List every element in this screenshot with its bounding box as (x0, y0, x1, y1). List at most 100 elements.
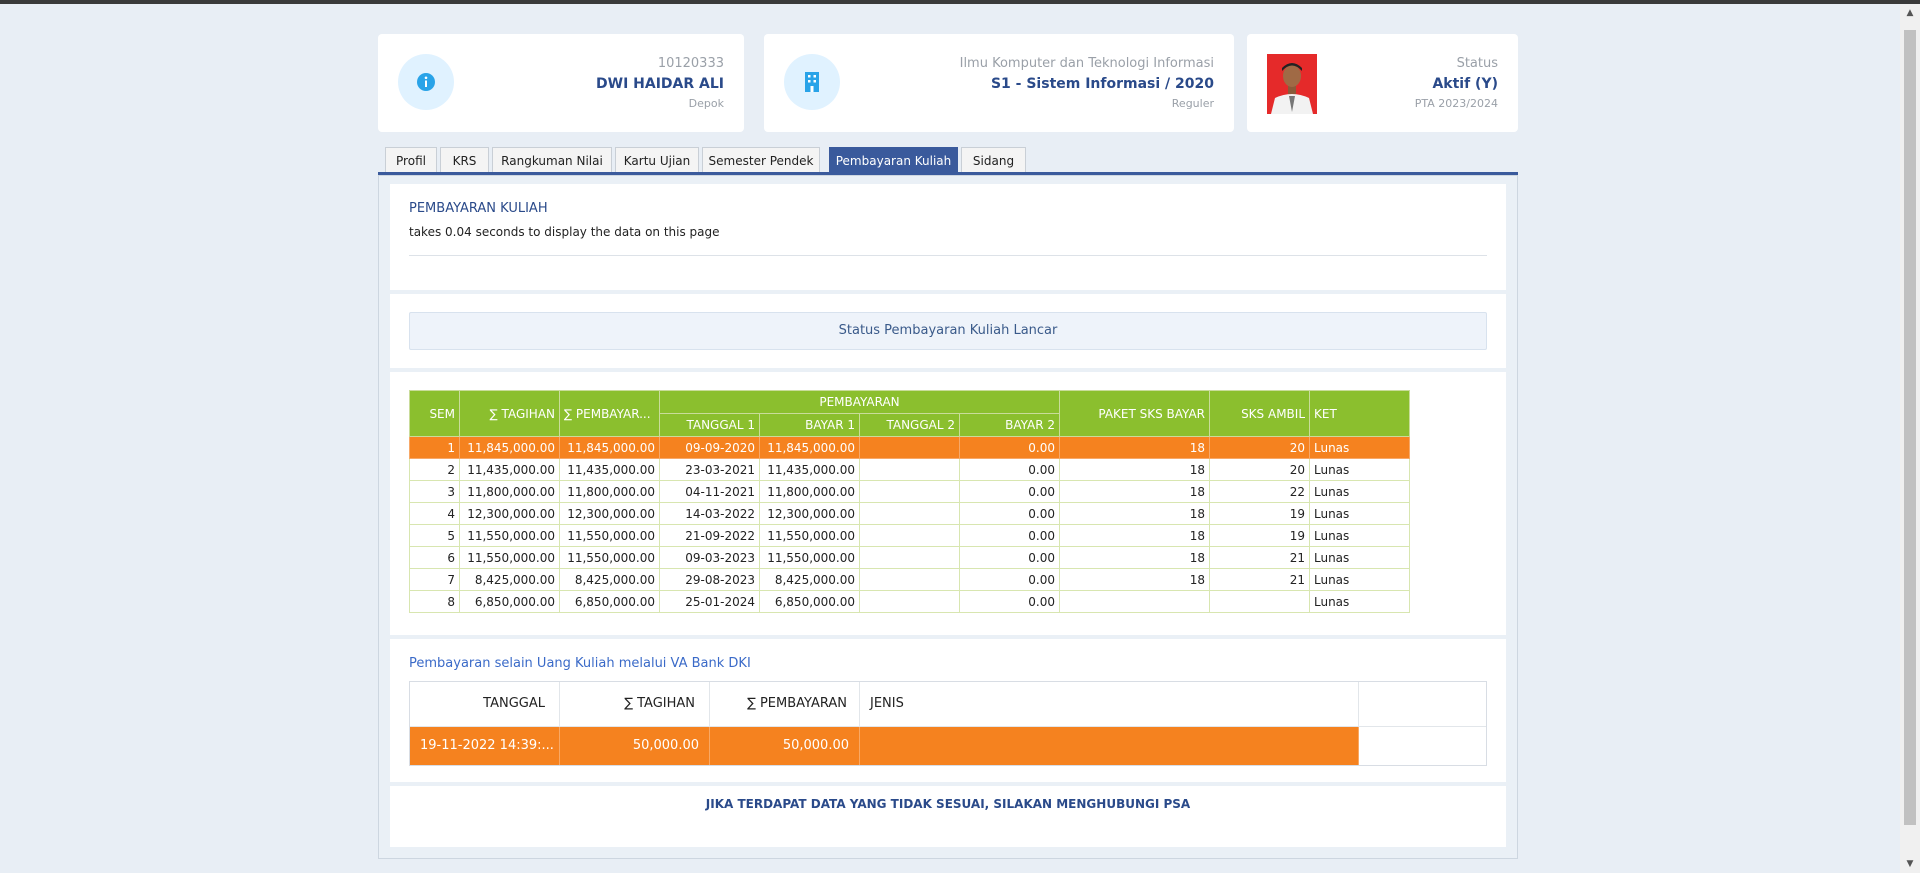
cell-tanggal-1: 23-03-2021 (659, 458, 760, 481)
tab-profil[interactable]: Profil (385, 147, 437, 173)
tab-pembayaran-kuliah[interactable]: Pembayaran Kuliah (829, 147, 958, 173)
cell-tagihan: 11,550,000.00 (459, 546, 560, 569)
table-row[interactable]: 1 11,845,000.00 11,845,000.00 09-09-2020… (409, 436, 1410, 459)
class-type: Reguler (1171, 97, 1214, 110)
cell-bayar-1: 11,800,000.00 (759, 480, 860, 503)
cell-bayar-1: 12,300,000.00 (759, 502, 860, 525)
cell-tanggal-2 (859, 458, 960, 481)
cell-tanggal-2 (859, 590, 960, 613)
cell-sks-ambil (1209, 590, 1310, 613)
cell-tanggal-1: 14-03-2022 (659, 502, 760, 525)
cell-bayar-1: 11,550,000.00 (759, 524, 860, 547)
building-icon (784, 54, 840, 110)
cell-pembayaran: 6,850,000.00 (559, 590, 660, 613)
cell-tagihan: 11,550,000.00 (459, 524, 560, 547)
status-value: Aktif (Y) (1432, 76, 1498, 92)
cell-sem: 8 (409, 590, 460, 613)
cell-bayar-2: 0.00 (959, 480, 1060, 503)
cell-paket-sks: 18 (1059, 524, 1210, 547)
footer-note: JIKA TERDAPAT DATA YANG TIDAK SESUAI, SI… (705, 797, 1191, 811)
tab-krs[interactable]: KRS (440, 147, 489, 173)
cell-sem: 2 (409, 458, 460, 481)
header-sem: SEM (409, 390, 460, 437)
program-name: S1 - Sistem Informasi / 2020 (990, 76, 1214, 92)
cell-bayar-2: 0.00 (959, 568, 1060, 591)
vertical-scrollbar[interactable]: ▲ ▼ (1900, 4, 1920, 873)
payment-status-message: Status Pembayaran Kuliah Lancar (409, 312, 1487, 350)
cell-sks-ambil: 20 (1209, 458, 1310, 481)
browser-top-edge (0, 0, 1920, 4)
cell-sem: 5 (409, 524, 460, 547)
cell-bayar-1: 8,425,000.00 (759, 568, 860, 591)
tab-semester-pendek[interactable]: Semester Pendek (702, 147, 820, 173)
status-card: Status Aktif (Y) PTA 2023/2024 (1247, 34, 1518, 132)
cell-ket: Lunas (1309, 502, 1410, 525)
cell-bayar-2: 0.00 (959, 458, 1060, 481)
payments-table: SEM ∑ TAGIHAN ∑ PEMBAYAR... PEMBAYARAN P… (409, 390, 1410, 613)
table-row[interactable]: 4 12,300,000.00 12,300,000.00 14-03-2022… (409, 502, 1410, 525)
cell-ket: Lunas (1309, 568, 1410, 591)
cell-paket-sks (1059, 590, 1210, 613)
cell-sks-ambil: 19 (1209, 524, 1310, 547)
table-row[interactable]: 5 11,550,000.00 11,550,000.00 21-09-2022… (409, 524, 1410, 547)
table-row[interactable]: 2 11,435,000.00 11,435,000.00 23-03-2021… (409, 458, 1410, 481)
cell-tanggal[interactable]: 19-11-2022 14:39:... (410, 727, 560, 765)
tab-kartu-ujian[interactable]: Kartu Ujian (615, 147, 699, 173)
cell-ket: Lunas (1309, 480, 1410, 503)
cell-sks-ambil: 22 (1209, 480, 1310, 503)
cell-bayar-2: 0.00 (959, 436, 1060, 459)
cell-sem: 6 (409, 546, 460, 569)
cell-ket: Lunas (1309, 436, 1410, 459)
cell-tanggal-2 (859, 436, 960, 459)
cell-tanggal-2 (859, 546, 960, 569)
cell-tanggal-1: 21-09-2022 (659, 524, 760, 547)
table-row[interactable]: 3 11,800,000.00 11,800,000.00 04-11-2021… (409, 480, 1410, 503)
program-card: Ilmu Komputer dan Teknologi Informasi S1… (764, 34, 1234, 132)
cell-sem: 1 (409, 436, 460, 459)
cell-paket-sks: 18 (1059, 480, 1210, 503)
cell-tanggal-1: 09-03-2023 (659, 546, 760, 569)
cell-pembayaran[interactable]: 50,000.00 (710, 727, 860, 765)
cell-tagihan: 11,435,000.00 (459, 458, 560, 481)
student-photo (1267, 54, 1317, 114)
cell-tagihan[interactable]: 50,000.00 (560, 727, 710, 765)
cell-pembayaran: 12,300,000.00 (559, 502, 660, 525)
cell-bayar-2: 0.00 (959, 524, 1060, 547)
cell-sks-ambil: 21 (1209, 568, 1310, 591)
header-tanggal-1: TANGGAL 1 (659, 413, 760, 437)
other-payments-table: TANGGAL ∑ TAGIHAN ∑ PEMBAYARAN JENIS 19-… (409, 681, 1487, 766)
cell-tagihan: 6,850,000.00 (459, 590, 560, 613)
cell-tagihan: 8,425,000.00 (459, 568, 560, 591)
tab-sidang[interactable]: Sidang (961, 147, 1026, 173)
header-pembayaran: ∑ PEMBAYARAN (710, 682, 860, 726)
header-tanggal: TANGGAL (410, 682, 560, 726)
cell-bayar-2: 0.00 (959, 502, 1060, 525)
table-row[interactable]: 8 6,850,000.00 6,850,000.00 25-01-2024 6… (409, 590, 1410, 613)
cell-tanggal-1: 29-08-2023 (659, 568, 760, 591)
header-paket-sks: PAKET SKS BAYAR (1059, 390, 1210, 437)
student-campus: Depok (688, 97, 724, 110)
student-name: DWI HAIDAR ALI (596, 76, 724, 92)
scroll-up-icon[interactable]: ▲ (1900, 4, 1920, 22)
cell-tanggal-2 (859, 524, 960, 547)
cell-sem: 3 (409, 480, 460, 503)
scroll-thumb[interactable] (1904, 30, 1916, 825)
cell-tanggal-1: 04-11-2021 (659, 480, 760, 503)
header-bayar-1: BAYAR 1 (759, 413, 860, 437)
academic-year: PTA 2023/2024 (1414, 97, 1498, 110)
scroll-down-icon[interactable]: ▼ (1900, 855, 1920, 873)
cell-sem: 7 (409, 568, 460, 591)
faculty-name: Ilmu Komputer dan Teknologi Informasi (959, 56, 1214, 71)
cell-pembayaran: 11,550,000.00 (559, 524, 660, 547)
cell-paket-sks: 18 (1059, 436, 1210, 459)
header-bayar-2: BAYAR 2 (959, 413, 1060, 437)
table-row[interactable]: 7 8,425,000.00 8,425,000.00 29-08-2023 8… (409, 568, 1410, 591)
table-row[interactable]: 6 11,550,000.00 11,550,000.00 09-03-2023… (409, 546, 1410, 569)
cell-pembayaran: 11,845,000.00 (559, 436, 660, 459)
cell-jenis[interactable] (860, 727, 1359, 765)
header-jenis: JENIS (860, 682, 1359, 726)
tab-rangkuman-nilai[interactable]: Rangkuman Nilai (492, 147, 612, 173)
cell-tagihan: 12,300,000.00 (459, 502, 560, 525)
status-label: Status (1456, 56, 1498, 71)
cell-tagihan: 11,800,000.00 (459, 480, 560, 503)
